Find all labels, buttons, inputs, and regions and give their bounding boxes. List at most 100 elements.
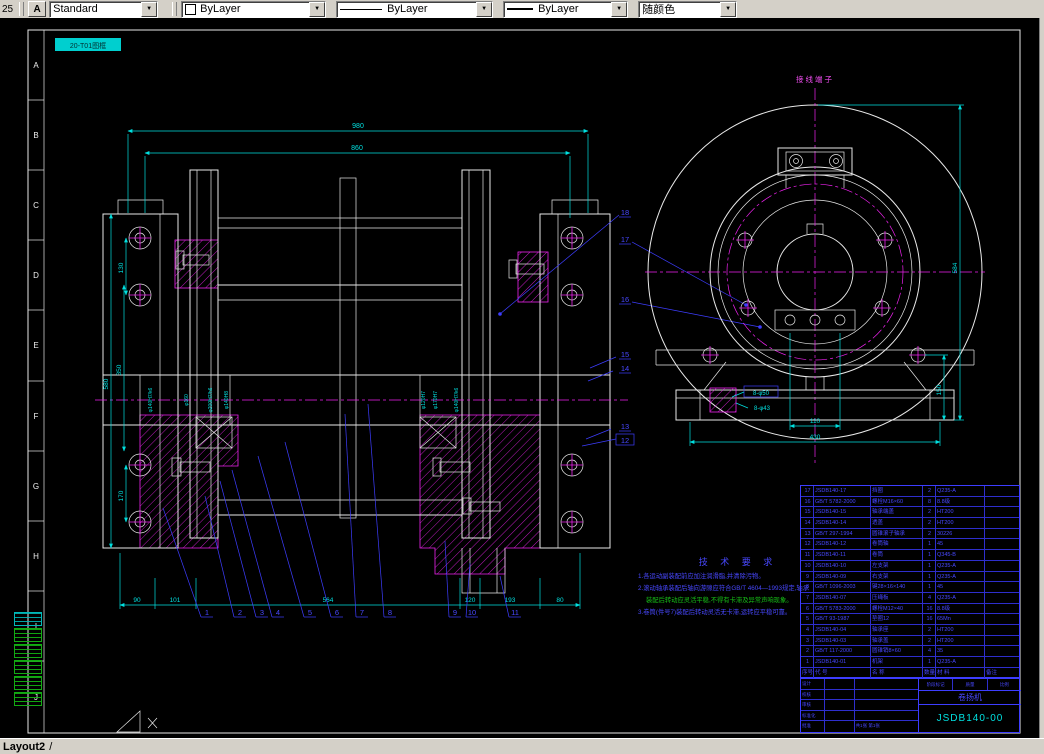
dim-label: 110 xyxy=(810,418,821,425)
bom-row: 11 JSDB140-11 卷筒 1 Q345-B xyxy=(801,550,1019,561)
role-label: 批准 xyxy=(801,721,825,732)
chevron-down-icon[interactable]: ▼ xyxy=(720,1,737,17)
dim-label: 150 xyxy=(936,384,943,395)
hatch-bearing-bottom-left xyxy=(139,414,239,549)
callout-number: 5 xyxy=(308,608,312,617)
toolbar: 25 A Standard ▼ ByLayer ▼ ByLayer ▼ ByLa… xyxy=(0,0,1044,19)
callout-number: 12 xyxy=(621,436,629,445)
margin-tag xyxy=(14,612,42,626)
dim-label: 580 xyxy=(103,378,110,389)
title-block[interactable]: 设计 校核 审核 标准化 批准 共1张 第1张 阶段标记 质量 比例 卷扬机 JSDB… xyxy=(800,678,1021,733)
vertical-scrollbar[interactable] xyxy=(1039,18,1044,738)
style-combo[interactable]: Standard ▼ xyxy=(49,0,159,18)
tab-separator: / xyxy=(49,740,53,753)
callout-number: 15 xyxy=(621,350,629,359)
bom-row: 17 JSDB140-17 挡圈 2 Q235-A xyxy=(801,486,1019,497)
drawing-canvas[interactable]: A B C D E F G H I J 20-T01图框 xyxy=(0,18,1040,738)
front-view[interactable]: 980 860 90 101 564 120 193 80 580 350 13… xyxy=(95,123,762,618)
bom-row: 15 JSDB140-15 轴承端盖 2 HT200 xyxy=(801,507,1019,519)
hatch-bearing-top-right xyxy=(517,251,549,303)
dim-label: 430 xyxy=(810,434,821,441)
shaft-fit-label: φ170H7 xyxy=(433,391,439,409)
dim-label: 101 xyxy=(170,597,181,604)
color-combo[interactable]: ByLayer ▼ xyxy=(181,0,327,18)
bom-header: 序号代 号 名 称数量 材 料备注 xyxy=(801,667,1019,679)
product-name: 卷扬机 xyxy=(919,691,1021,705)
linetype-combo[interactable]: ByLayer ▼ xyxy=(336,0,494,18)
app-window: 25 A Standard ▼ ByLayer ▼ ByLayer ▼ ByLa… xyxy=(0,0,1044,754)
title-block-meta: 阶段标记 质量 比例 xyxy=(919,679,1021,691)
color-swatch-icon xyxy=(185,3,197,15)
callout-number: 4 xyxy=(276,608,280,617)
dim-label: 120 xyxy=(465,597,476,604)
toolbar-grip[interactable] xyxy=(172,2,178,16)
text-style-icon[interactable]: A xyxy=(28,1,47,17)
chevron-down-icon[interactable]: ▼ xyxy=(141,1,158,17)
terminal-label: 接线端子 xyxy=(796,74,834,84)
zone-label: A xyxy=(33,61,39,70)
dim-label: 584 xyxy=(952,262,959,273)
bom-row: 4 JSDB140-04 轴承座 2 HT200 xyxy=(801,624,1019,636)
dim-label: 564 xyxy=(323,597,334,604)
chevron-down-icon[interactable]: ▼ xyxy=(309,1,326,17)
zone-label: F xyxy=(34,412,39,421)
role-label: 审核 xyxy=(801,700,825,710)
toolbar-grip[interactable] xyxy=(19,2,25,16)
bom-row: 9 JSDB140-09 右支架 1 Q235-A xyxy=(801,571,1019,583)
dim-label: 860 xyxy=(351,145,363,152)
shaft-fit-label: φ140H7/k6 xyxy=(454,387,460,412)
bom-row: 7 JSDB140-07 压绳板 4 Q235-A xyxy=(801,592,1019,604)
callout-number: 10 xyxy=(468,608,476,617)
callout-number: 3 xyxy=(260,608,264,617)
lineweight-combo[interactable]: ByLayer ▼ xyxy=(503,0,629,18)
chevron-down-icon[interactable]: ▼ xyxy=(611,1,628,17)
margin-tag xyxy=(14,660,42,674)
bom-rows: 17 JSDB140-17 挡圈 2 Q235-A 16 GB/T 5782-2000… xyxy=(801,486,1019,668)
plotstyle-combo[interactable]: 随颜色 ▼ xyxy=(638,0,738,18)
shaft-fit-label: φ120H7 xyxy=(421,391,427,409)
lineweight-preview-icon xyxy=(507,8,534,10)
callout-number: 17 xyxy=(621,235,629,244)
style-combo-value: Standard xyxy=(53,3,98,15)
bom-row: 14 JSDB140-14 透盖 2 HT200 xyxy=(801,518,1019,529)
callout-number: 13 xyxy=(621,422,629,431)
zone-label: G xyxy=(33,482,39,491)
role-label: 校核 xyxy=(801,689,825,700)
role-label: 标准化 xyxy=(801,710,825,721)
bom-row: 13 GB/T 297-1994 圆锥滚子轴承 2 30226 xyxy=(801,528,1019,540)
callout-number: 18 xyxy=(621,208,629,217)
shaft-fit-label: φ160 xyxy=(184,394,190,406)
bom-row: 8 GB/T 1096-2003 键28×16×140 1 45 xyxy=(801,582,1019,593)
title-block-signoff: 设计 校核 审核 标准化 批准 共1张 第1张 xyxy=(801,679,919,732)
shaft-fit-label: φ140H8 xyxy=(224,391,230,409)
callout-number: 14 xyxy=(621,364,629,373)
bom-row: 5 GB/T 93-1987 垫圈12 16 65Mn xyxy=(801,614,1019,625)
dim-label: 90 xyxy=(133,597,141,604)
sheet-note: 共1张 第1张 xyxy=(855,723,880,729)
role-label: 设计 xyxy=(801,679,825,689)
frame-tag-label: 20-T01图框 xyxy=(70,41,106,50)
hatch-base-detail xyxy=(709,387,737,413)
side-view[interactable]: 接线端子 8-φ50 8-φ43 110 430 584 150 xyxy=(645,74,985,466)
dim-label: 80 xyxy=(556,597,564,604)
bom-table[interactable]: 17 JSDB140-17 挡圈 2 Q235-A 16 GB/T 5782-2000… xyxy=(800,485,1020,679)
callout-number: 11 xyxy=(511,608,519,617)
zone-label: C xyxy=(33,201,39,210)
hatch-bearing-top-left xyxy=(174,239,219,289)
zone-label: B xyxy=(33,131,38,140)
dim-label: 980 xyxy=(352,123,364,130)
callout-number: 1 xyxy=(205,608,209,617)
bom-row: 2 GB/T 117-2000 圆锥销8×60 4 35 xyxy=(801,646,1019,657)
layout-tab[interactable]: Layout2 xyxy=(3,741,45,753)
bom-row: 12 JSDB140-12 卷筒轴 1 45 xyxy=(801,539,1019,551)
color-combo-value: ByLayer xyxy=(200,3,241,15)
dim-label: 130 xyxy=(118,262,125,273)
linetype-preview-icon xyxy=(340,8,383,10)
drawing-number: JSDB140-00 xyxy=(936,713,1004,724)
right-support-plate xyxy=(539,199,611,549)
callout-number: 16 xyxy=(621,295,629,304)
chevron-down-icon[interactable]: ▼ xyxy=(476,1,493,17)
margin-tag xyxy=(14,628,42,642)
bom-row: 10 JSDB140-10 左支架 1 Q235-A xyxy=(801,560,1019,572)
toolbar-left-value: 25 xyxy=(2,3,14,15)
